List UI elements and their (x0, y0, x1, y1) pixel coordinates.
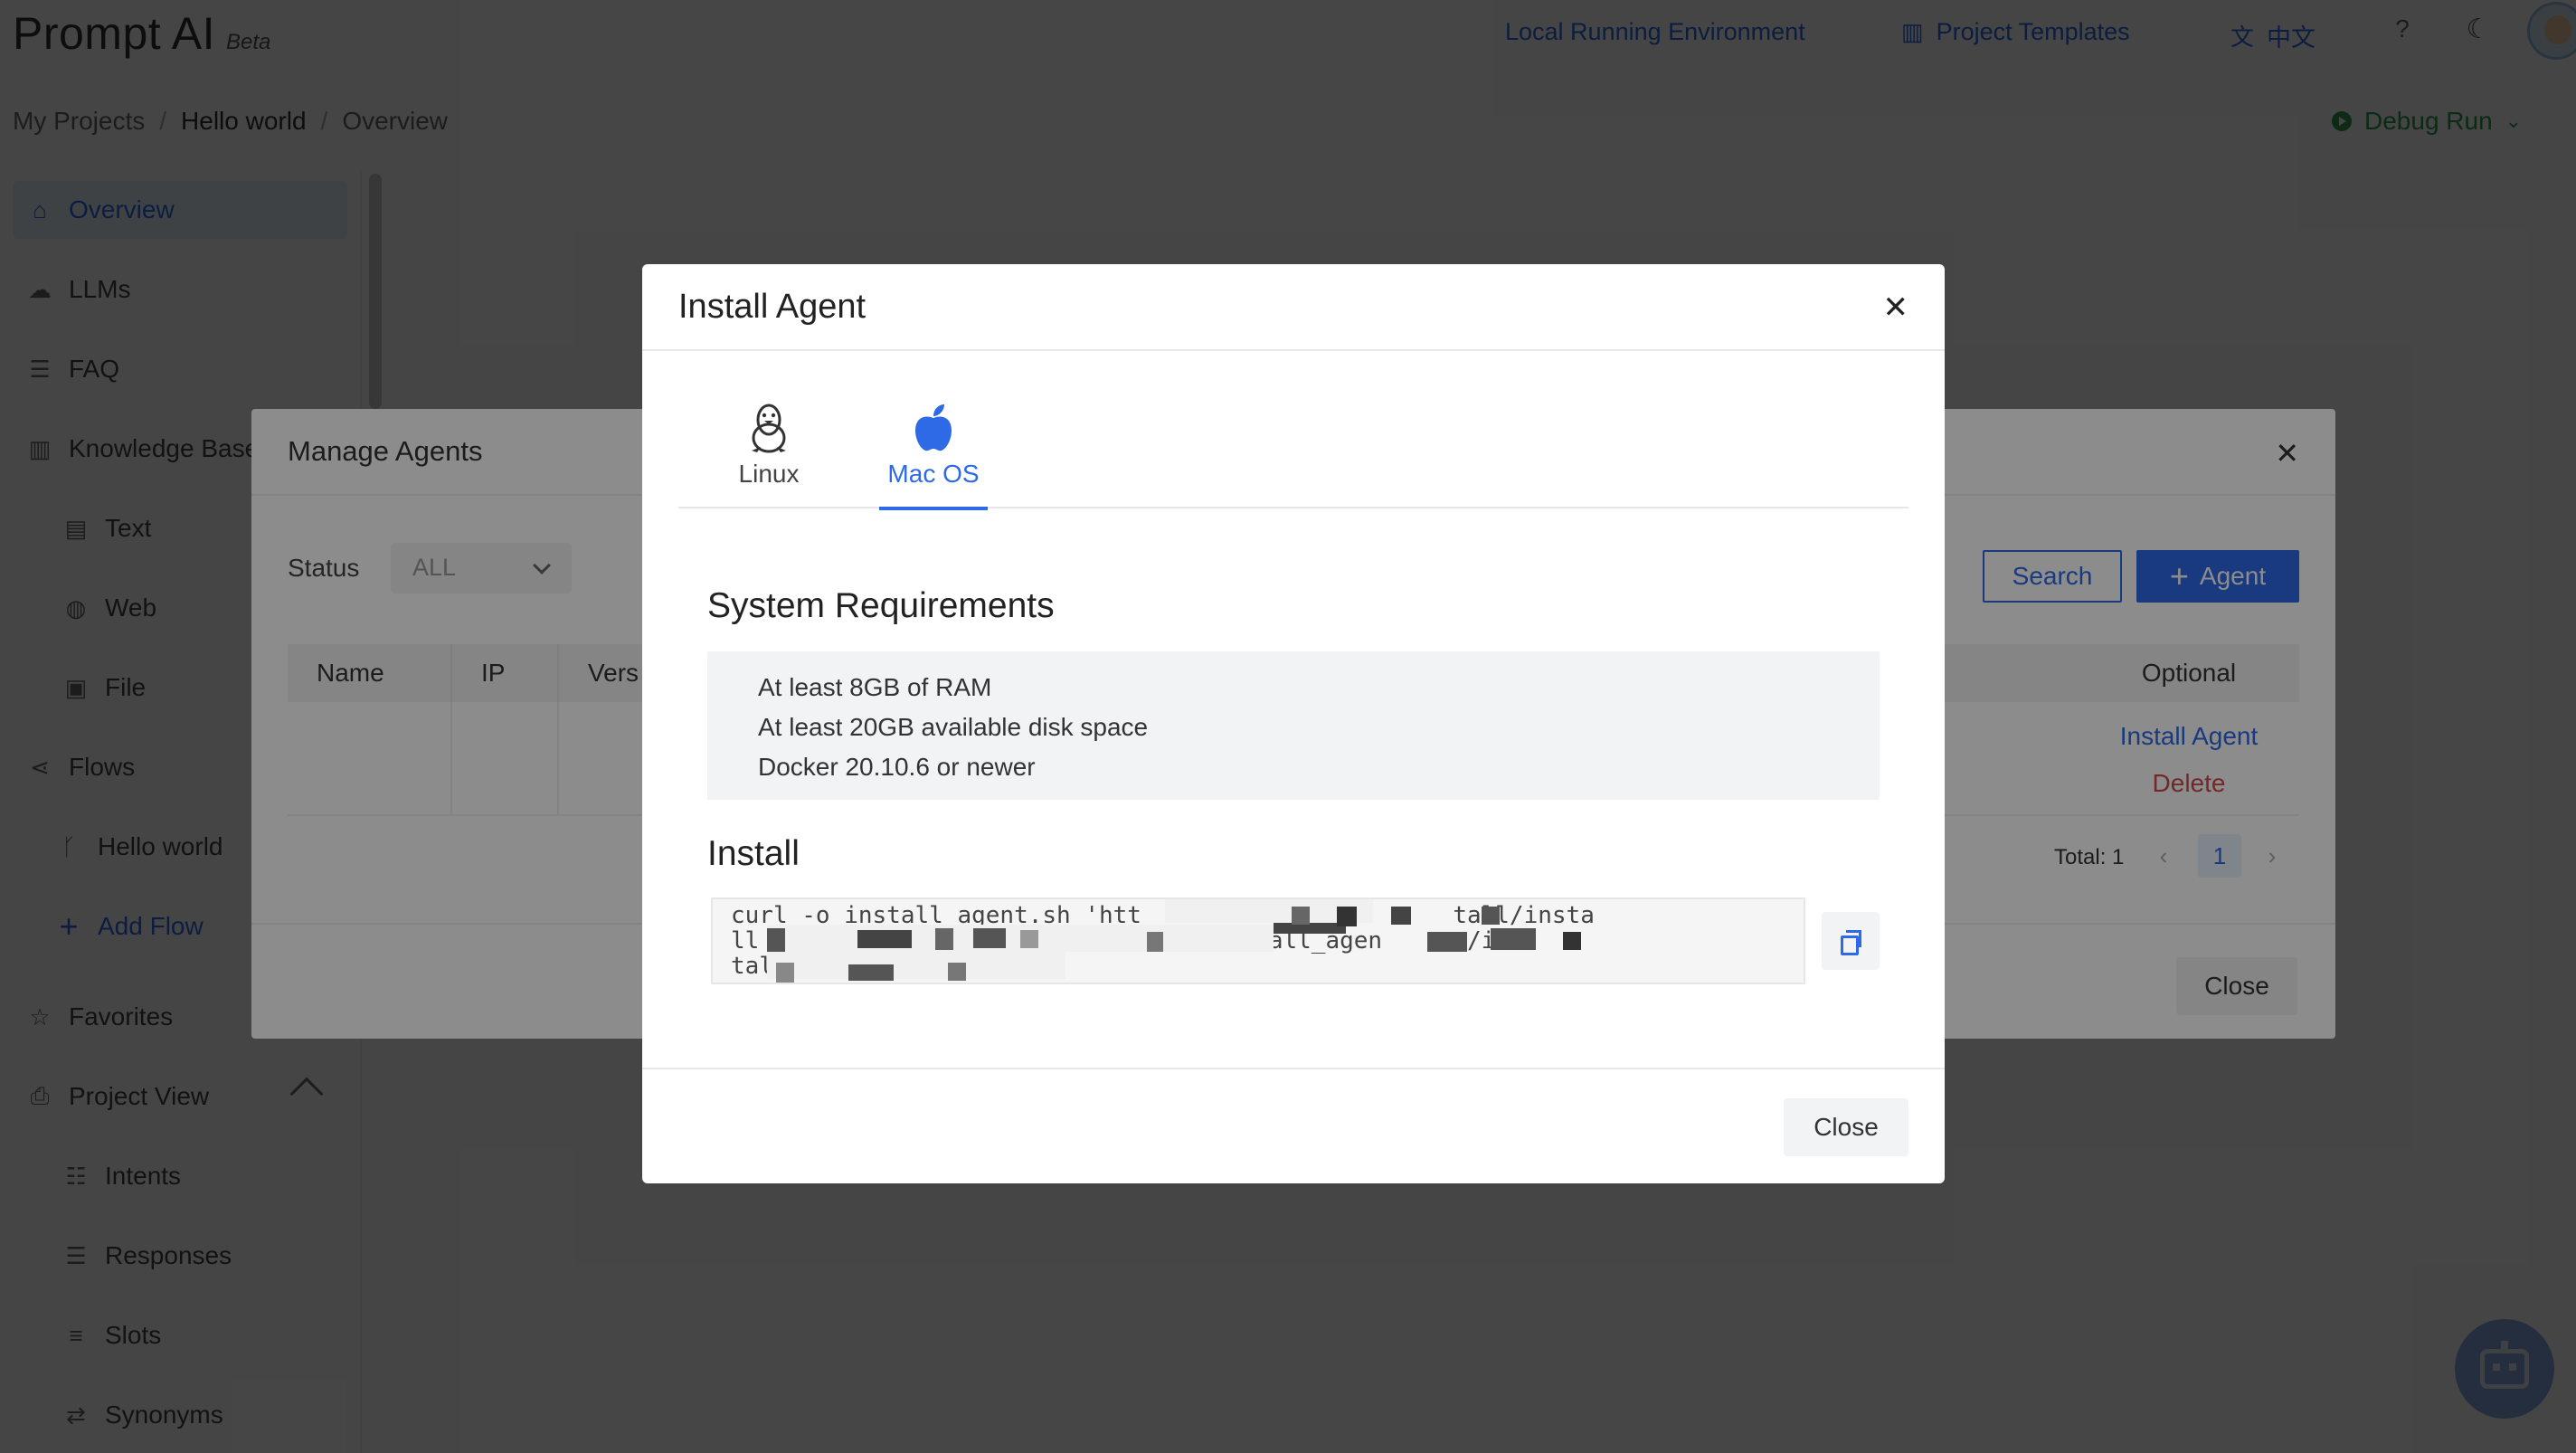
redaction (1491, 928, 1536, 950)
close-button[interactable]: Close (1784, 1098, 1908, 1156)
copy-button[interactable] (1822, 912, 1880, 970)
close-icon[interactable]: ✕ (1883, 290, 1909, 326)
tab-linux[interactable]: Linux (715, 396, 823, 508)
install-command-box[interactable]: curl -o install_agent.sh 'htt tall/insta… (711, 897, 1805, 984)
redaction (767, 952, 1065, 979)
redaction (848, 964, 894, 981)
redaction (948, 963, 966, 981)
install-agent-modal: Install Agent ✕ Linux Mac OS System Requ… (642, 264, 1945, 1183)
redaction (767, 928, 785, 952)
redaction (1274, 923, 1346, 934)
redaction (1292, 907, 1310, 925)
redaction (1482, 907, 1500, 925)
redaction (1563, 932, 1581, 950)
redaction (857, 930, 912, 948)
divider (642, 1068, 1945, 1069)
tab-macos-label: Mac OS (887, 460, 980, 488)
install-title: Install (707, 834, 800, 873)
os-tabs: Linux Mac OS (678, 396, 1908, 510)
system-requirements-title: System Requirements (707, 586, 1055, 625)
install-agent-title: Install Agent (642, 264, 1945, 351)
requirements-box: At least 8GB of RAM At least 20GB availa… (707, 651, 1880, 800)
tab-linux-label: Linux (738, 460, 800, 488)
requirement-item: At least 20GB available disk space (758, 713, 1149, 741)
requirement-item: Docker 20.10.6 or newer (758, 753, 1036, 781)
redaction (1337, 907, 1357, 926)
redaction (1391, 907, 1411, 925)
requirement-item: At least 8GB of RAM (758, 673, 992, 701)
redaction (973, 928, 1006, 948)
redaction (1020, 930, 1038, 948)
tab-macos[interactable]: Mac OS (879, 396, 988, 510)
apple-icon (914, 396, 953, 460)
redaction (1147, 932, 1163, 952)
redaction (776, 963, 794, 983)
copy-icon (1841, 930, 1861, 955)
linux-tux-icon (748, 396, 790, 460)
redaction (1427, 932, 1467, 952)
redaction (935, 928, 953, 950)
